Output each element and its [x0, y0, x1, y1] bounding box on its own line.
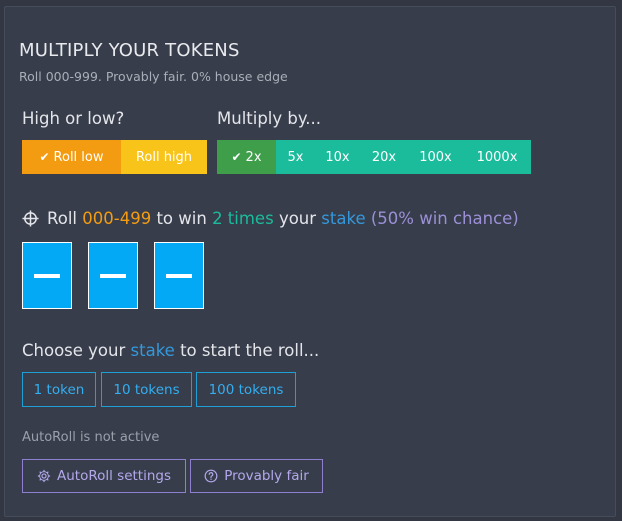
roll-digit-1 [22, 242, 72, 309]
stake-prompt-stake: stake [130, 341, 175, 360]
question-circle-icon [204, 469, 218, 483]
multiplier-20x-button[interactable]: 20x [360, 140, 408, 174]
multiplier-2x-label: 2x [245, 149, 262, 165]
gear-icon [37, 469, 51, 483]
provably-fair-button[interactable]: Provably fair [190, 459, 323, 493]
page-subtitle: Roll 000-999. Provably fair. 0% house ed… [19, 69, 288, 84]
provably-fair-label: Provably fair [224, 468, 309, 484]
autoroll-settings-button[interactable]: AutoRoll settings [22, 459, 186, 493]
multiplier-toggle: ✔ 2x 5x 10x 20x 100x 1000x [217, 140, 531, 174]
roll-info: Roll 000-499 to win 2 times your stake (… [22, 209, 519, 228]
roll-stake-word: stake [321, 209, 366, 228]
page-background: MULTIPLY YOUR TOKENS Roll 000-999. Prova… [0, 0, 622, 521]
roll-times: 2 times [212, 209, 274, 228]
multiplier-100x-button[interactable]: 100x [408, 140, 463, 174]
multiplier-10x-label: 10x [325, 149, 350, 165]
autoroll-status: AutoRoll is not active [22, 430, 160, 445]
stake-prompt-prefix: Choose your [22, 341, 126, 360]
multiplier-10x-button[interactable]: 10x [315, 140, 360, 174]
stake-prompt-suffix: to start the roll... [180, 341, 320, 360]
dash-icon [166, 273, 192, 278]
dash-icon [34, 273, 60, 278]
roll-digit-3 [154, 242, 204, 309]
page-title: MULTIPLY YOUR TOKENS [19, 40, 240, 61]
roll-range: 000-499 [82, 209, 152, 228]
stake-1-token-button[interactable]: 1 token [22, 372, 96, 407]
roll-low-button[interactable]: ✔ Roll low [22, 140, 121, 174]
multiplier-20x-label: 20x [371, 149, 397, 165]
multiplier-100x-label: 100x [419, 149, 452, 165]
check-icon: ✔ [39, 150, 50, 164]
roll-win-chance: (50% win chance) [370, 209, 519, 228]
crosshair-icon [22, 210, 39, 227]
roll-your: your [278, 209, 317, 228]
multiplier-label: Multiply by... [217, 109, 322, 128]
roll-low-label: Roll low [53, 149, 104, 165]
direction-toggle: ✔ Roll low Roll high [22, 140, 207, 174]
stake-100-tokens-button[interactable]: 100 tokens [196, 372, 296, 407]
roll-prefix: Roll [47, 209, 77, 228]
dash-icon [100, 273, 126, 278]
multiplier-5x-label: 5x [287, 149, 304, 165]
multiplier-1000x-label: 1000x [476, 149, 518, 165]
stake-prompt: Choose your stake to start the roll... [22, 341, 319, 360]
roll-high-label: Roll high [135, 149, 193, 165]
direction-label: High or low? [22, 109, 125, 128]
multiplier-2x-button[interactable]: ✔ 2x [217, 140, 276, 174]
roll-high-button[interactable]: Roll high [121, 140, 207, 174]
autoroll-settings-label: AutoRoll settings [56, 468, 171, 484]
stake-10-tokens-button[interactable]: 10 tokens [101, 372, 192, 407]
multiplier-5x-button[interactable]: 5x [276, 140, 315, 174]
multiplier-1000x-button[interactable]: 1000x [463, 140, 531, 174]
check-icon: ✔ [231, 150, 242, 164]
roll-to-win: to win [156, 209, 207, 228]
roll-digit-2 [88, 242, 138, 309]
